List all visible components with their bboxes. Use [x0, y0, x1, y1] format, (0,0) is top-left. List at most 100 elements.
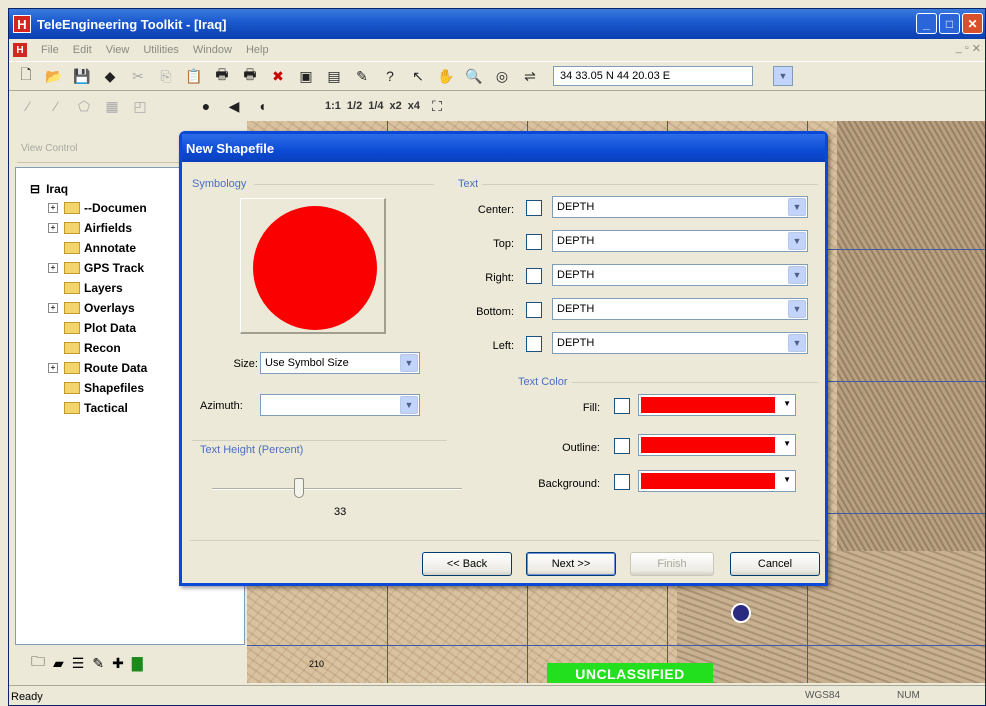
dropdown-arrow-icon[interactable]: ▼ — [783, 475, 791, 484]
zoom-x4[interactable]: x4 — [408, 100, 420, 112]
open-icon[interactable]: 📂 — [43, 65, 65, 87]
polygon-icon[interactable]: ⬠ — [73, 95, 95, 117]
layout-icon[interactable]: ▤ — [323, 65, 345, 87]
chevron-down-icon[interactable]: ▼ — [773, 66, 793, 86]
shape-icon[interactable]: ◰ — [129, 95, 151, 117]
menu-help[interactable]: Help — [246, 44, 269, 56]
bottom-select[interactable]: DEPTH ▼ — [552, 298, 808, 320]
chevron-down-icon[interactable]: ▼ — [788, 232, 806, 250]
cut-icon[interactable]: ✂ — [127, 65, 149, 87]
pan-icon[interactable]: ✋ — [435, 65, 457, 87]
crosshair-tab-icon[interactable]: ✚ — [112, 655, 124, 672]
menu-utilities[interactable]: Utilities — [143, 44, 178, 56]
tree-item-label: Shapefiles — [84, 381, 145, 395]
map-marker-icon[interactable] — [731, 603, 751, 623]
fill-checkbox[interactable] — [614, 398, 630, 414]
sidebar-tabs: 🗀 ▰ ☰ ✎ ✚ ▇ — [15, 649, 245, 677]
mdi-close-button[interactable]: ✕ — [972, 42, 981, 55]
draw-icon[interactable]: ✎ — [351, 65, 373, 87]
back-arrow-icon[interactable]: ◀ — [223, 95, 245, 117]
fill-color-picker[interactable]: ▼ — [638, 394, 796, 416]
chevron-down-icon[interactable]: ▼ — [788, 334, 806, 352]
chevron-down-icon[interactable]: ▼ — [400, 396, 418, 414]
text-height-slider-thumb[interactable] — [294, 478, 304, 498]
folder-tab-icon[interactable]: ▰ — [53, 655, 64, 672]
map-tab-icon[interactable]: ▇ — [132, 655, 143, 672]
minimize-button[interactable]: _ — [916, 13, 937, 34]
polyline-icon[interactable]: ⁄ — [45, 95, 67, 117]
cancel-button[interactable]: Cancel — [730, 552, 820, 576]
coordinate-field[interactable]: 34 33.05 N 44 20.03 E — [553, 66, 753, 86]
save-icon[interactable]: 💾 — [71, 65, 93, 87]
zoom-1-1[interactable]: 1:1 — [325, 100, 341, 112]
bottom-checkbox[interactable] — [526, 302, 542, 318]
background-color-picker[interactable]: ▼ — [638, 470, 796, 492]
grid-icon[interactable]: ▦ — [101, 95, 123, 117]
right-select[interactable]: DEPTH ▼ — [552, 264, 808, 286]
list-tab-icon[interactable]: ☰ — [72, 655, 85, 672]
menu-edit[interactable]: Edit — [73, 44, 92, 56]
azimuth-select[interactable]: ▼ — [260, 394, 420, 416]
mdi-restore-button[interactable]: ▫ — [965, 42, 969, 55]
chevron-down-icon[interactable]: ▼ — [788, 198, 806, 216]
text-height-slider-track[interactable] — [212, 488, 462, 490]
point-icon[interactable]: ● — [195, 95, 217, 117]
window-icon[interactable]: ▣ — [295, 65, 317, 87]
right-checkbox[interactable] — [526, 268, 542, 284]
outline-color-picker[interactable]: ▼ — [638, 434, 796, 456]
menu-file[interactable]: File — [41, 44, 59, 56]
menu-window[interactable]: Window — [193, 44, 232, 56]
print-icon[interactable]: 🖶 — [211, 65, 233, 87]
menu-view[interactable]: View — [106, 44, 130, 56]
new-icon[interactable]: 🗋 — [15, 65, 37, 87]
zoom-x2[interactable]: x2 — [390, 100, 402, 112]
fit-icon[interactable]: ⛶ — [426, 95, 448, 117]
zoom-1-4[interactable]: 1/4 — [368, 100, 383, 112]
zoom-icon[interactable]: 🔍 — [463, 65, 485, 87]
expand-icon[interactable]: + — [48, 263, 58, 273]
help-icon[interactable]: ? — [379, 65, 401, 87]
center-select[interactable]: DEPTH ▼ — [552, 196, 808, 218]
top-checkbox[interactable] — [526, 234, 542, 250]
center-checkbox[interactable] — [526, 200, 542, 216]
measure-icon[interactable]: ⇌ — [519, 65, 541, 87]
clear-icon[interactable]: ✖ — [267, 65, 289, 87]
title-bar[interactable]: H TeleEngineering Toolkit - [Iraq] _ □ ✕ — [9, 9, 985, 39]
print-preview-icon[interactable]: 🖶 — [239, 65, 261, 87]
outline-checkbox[interactable] — [614, 438, 630, 454]
expand-icon[interactable]: + — [48, 203, 58, 213]
expand-icon[interactable]: + — [48, 363, 58, 373]
globe-icon[interactable]: ◎ — [491, 65, 513, 87]
chevron-down-icon[interactable]: ▼ — [400, 354, 418, 372]
collapse-icon[interactable]: ⊟ — [30, 182, 40, 196]
expand-icon[interactable]: + — [48, 303, 58, 313]
mdi-minimize-button[interactable]: _ — [956, 42, 962, 55]
copy-icon[interactable]: ⎘ — [155, 65, 177, 87]
maximize-button[interactable]: □ — [939, 13, 960, 34]
chevron-down-icon[interactable]: ▼ — [788, 266, 806, 284]
background-checkbox[interactable] — [614, 474, 630, 490]
symbol-preview[interactable] — [240, 198, 386, 334]
size-select[interactable]: Use Symbol Size ▼ — [260, 352, 420, 374]
close-button[interactable]: ✕ — [962, 13, 983, 34]
left-select[interactable]: DEPTH ▼ — [552, 332, 808, 354]
chevron-down-icon[interactable]: ▼ — [788, 300, 806, 318]
dropdown-arrow-icon[interactable]: ▼ — [783, 439, 791, 448]
dropdown-arrow-icon[interactable]: ▼ — [783, 399, 791, 408]
dialog-title-bar[interactable]: New Shapefile — [182, 134, 825, 162]
layers-tab-icon[interactable]: 🗀 — [31, 651, 45, 675]
left-checkbox[interactable] — [526, 336, 542, 352]
tools-tab-icon[interactable]: ✎ — [92, 655, 104, 672]
back-button[interactable]: << Back — [422, 552, 512, 576]
paste-icon[interactable]: 📋 — [183, 65, 205, 87]
finish-button[interactable]: Finish — [630, 552, 714, 576]
top-select[interactable]: DEPTH ▼ — [552, 230, 808, 252]
line-icon[interactable]: ⁄ — [17, 95, 39, 117]
pointer-icon[interactable]: ↖ — [407, 65, 429, 87]
half-icon[interactable]: ◖ — [251, 95, 273, 117]
folder-icon — [64, 362, 80, 374]
zoom-1-2[interactable]: 1/2 — [347, 100, 362, 112]
delete-icon[interactable]: ◆ — [99, 65, 121, 87]
next-button[interactable]: Next >> — [526, 552, 616, 576]
expand-icon[interactable]: + — [48, 223, 58, 233]
